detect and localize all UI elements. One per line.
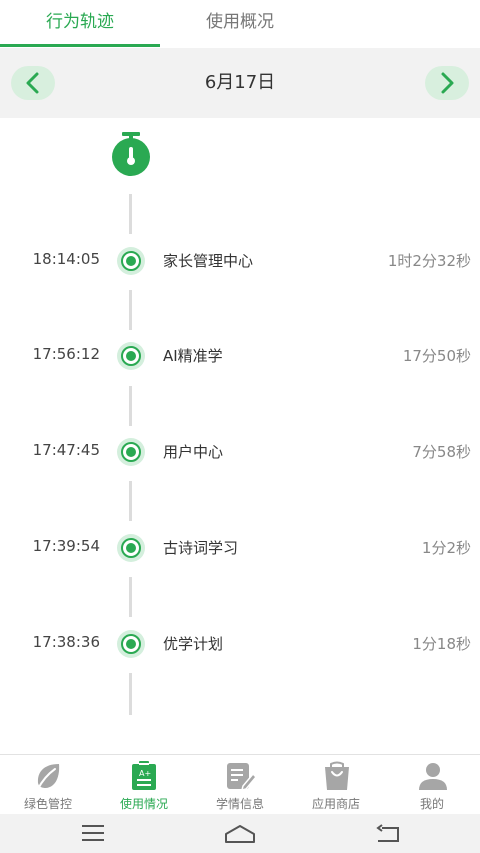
bottom-navigation: 绿色管控 A+ 使用情况 学情信息 应用商店 我的 (0, 754, 480, 814)
timeline-dot-icon (117, 534, 145, 562)
timeline-entry[interactable]: 17:38:36 优学计划 1分18秒 (0, 629, 480, 659)
stopwatch-icon (112, 132, 150, 176)
chevron-right-icon (441, 72, 454, 94)
nav-item-app-store[interactable]: 应用商店 (288, 755, 384, 815)
entry-duration: 17分50秒 (402, 347, 471, 365)
current-date: 6月17日 (204, 72, 276, 93)
timeline-dot-icon (117, 630, 145, 658)
timeline-dot-icon (117, 438, 145, 466)
entry-duration: 1分18秒 (412, 635, 471, 653)
entry-time: 17:39:54 (32, 537, 100, 555)
svg-text:A+: A+ (139, 769, 151, 778)
timeline-connector (129, 673, 132, 715)
leaf-icon (37, 764, 60, 790)
timeline-connector (129, 577, 132, 617)
behavior-timeline: 18:14:05 家长管理中心 1时2分32秒 17:56:12 AI精准学 1… (0, 118, 480, 753)
entry-time: 17:38:36 (32, 633, 100, 651)
top-tab-bar: 行为轨迹 使用概况 (0, 0, 480, 48)
entry-duration: 1分2秒 (421, 539, 471, 557)
active-tab-indicator (0, 44, 160, 47)
user-icon (419, 763, 447, 790)
previous-day-button[interactable] (11, 66, 55, 100)
timeline-entry[interactable]: 17:56:12 AI精准学 17分50秒 (0, 341, 480, 371)
entry-duration: 1时2分32秒 (387, 252, 471, 270)
timeline-connector (129, 481, 132, 521)
nav-item-usage[interactable]: A+ 使用情况 (96, 755, 192, 815)
system-navigation-bar (0, 814, 480, 853)
tab-behavior-track[interactable]: 行为轨迹 (0, 0, 160, 48)
timeline-entry[interactable]: 17:47:45 用户中心 7分58秒 (0, 437, 480, 467)
entry-app-name: 优学计划 (163, 635, 224, 653)
clipboard-icon: A+ (132, 761, 156, 790)
nav-label: 学情信息 (215, 797, 264, 811)
timeline-entry[interactable]: 17:39:54 古诗词学习 1分2秒 (0, 533, 480, 563)
nav-label: 我的 (419, 797, 444, 811)
timeline-entry[interactable]: 18:14:05 家长管理中心 1时2分32秒 (0, 246, 480, 276)
tab-usage-overview[interactable]: 使用概况 (160, 0, 320, 48)
timeline-dot-icon (117, 247, 145, 275)
entry-time: 17:47:45 (32, 441, 100, 459)
chevron-left-icon (26, 72, 39, 94)
entry-app-name: 用户中心 (163, 443, 224, 461)
menu-icon[interactable] (82, 824, 104, 842)
next-day-button[interactable] (425, 66, 469, 100)
entry-time: 18:14:05 (32, 250, 100, 268)
nav-item-green-control[interactable]: 绿色管控 (0, 755, 96, 815)
nav-label: 使用情况 (119, 797, 168, 811)
timeline-connector (129, 386, 132, 426)
document-edit-icon (227, 763, 256, 791)
nav-item-study-info[interactable]: 学情信息 (192, 755, 288, 815)
timeline-connector (129, 194, 132, 234)
nav-label: 应用商店 (311, 797, 360, 811)
nav-item-me[interactable]: 我的 (384, 755, 480, 815)
entry-duration: 7分58秒 (412, 443, 471, 461)
entry-app-name: 家长管理中心 (163, 252, 254, 270)
entry-app-name: 古诗词学习 (163, 539, 239, 557)
back-icon[interactable] (376, 824, 400, 844)
timeline-connector (129, 290, 132, 330)
entry-app-name: AI精准学 (163, 347, 223, 365)
nav-label: 绿色管控 (23, 797, 72, 811)
timeline-dot-icon (117, 342, 145, 370)
home-icon[interactable] (224, 824, 256, 844)
entry-time: 17:56:12 (32, 345, 100, 363)
date-bar: 6月17日 (0, 48, 480, 118)
shopping-bag-icon (325, 761, 349, 790)
